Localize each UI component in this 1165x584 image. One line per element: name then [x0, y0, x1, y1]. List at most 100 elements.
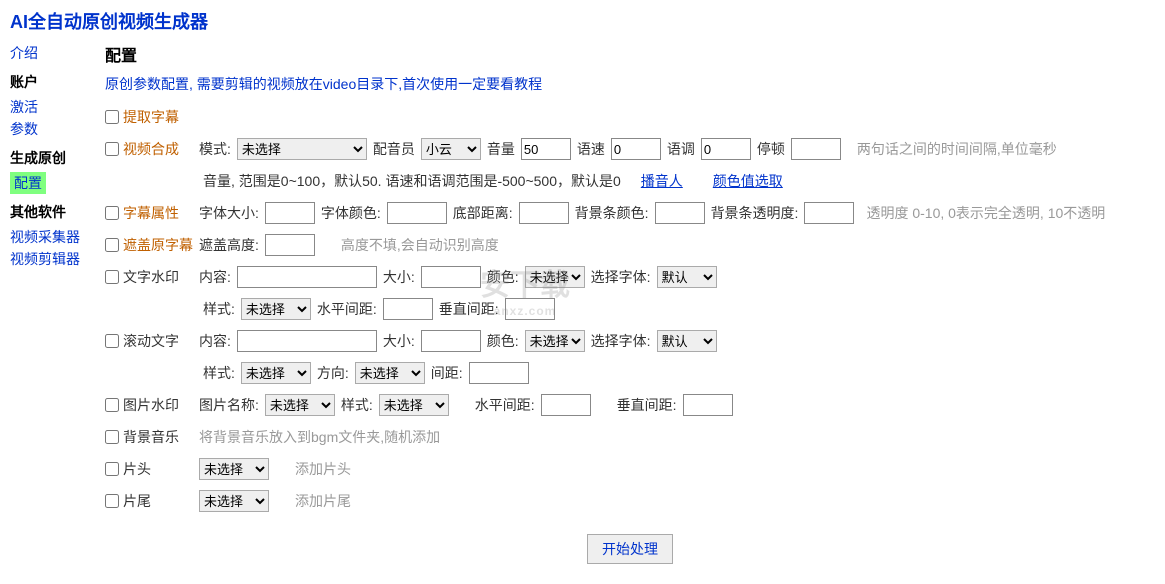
pause-label: 停顿 [757, 139, 785, 159]
rate-input[interactable] [611, 138, 661, 160]
pause-hint: 两句话之间的时间间隔,单位毫秒 [857, 139, 1057, 159]
page-subtitle: 原创参数配置, 需要剪辑的视频放在video目录下,首次使用一定要看教程 [105, 74, 1155, 94]
scroll-content-label: 内容: [199, 331, 231, 351]
submit-button[interactable]: 开始处理 [587, 534, 673, 564]
text-wm-font-label: 选择字体: [591, 267, 651, 287]
bg-alpha-input[interactable] [804, 202, 854, 224]
font-color-input[interactable] [387, 202, 447, 224]
scroll-content-input[interactable] [237, 330, 377, 352]
ending-label: 片尾 [123, 491, 193, 511]
opening-select[interactable]: 未选择 [199, 458, 269, 480]
image-wm-label: 图片水印 [123, 395, 193, 415]
sidebar-item-collector[interactable]: 视频采集器 [10, 226, 85, 248]
alpha-hint: 透明度 0-10, 0表示完全透明, 10不透明 [866, 203, 1105, 223]
bg-color-input[interactable] [655, 202, 705, 224]
image-wm-style-label: 样式: [341, 395, 373, 415]
text-wm-size-input[interactable] [421, 266, 481, 288]
extract-subtitle-checkbox[interactable] [105, 110, 119, 124]
text-wm-content-label: 内容: [199, 267, 231, 287]
ending-select[interactable]: 未选择 [199, 490, 269, 512]
image-wm-style-select[interactable]: 未选择 [379, 394, 449, 416]
mode-select[interactable]: 未选择 [237, 138, 367, 160]
scroll-text-checkbox[interactable] [105, 334, 119, 348]
sidebar-item-intro[interactable]: 介绍 [10, 42, 85, 64]
color-picker-link[interactable]: 颜色值选取 [713, 171, 783, 191]
cover-hint: 高度不填,会自动识别高度 [341, 235, 499, 255]
cover-height-input[interactable] [265, 234, 315, 256]
scroll-size-input[interactable] [421, 330, 481, 352]
mode-label: 模式: [199, 139, 231, 159]
text-wm-vspace-label: 垂直间距: [439, 299, 499, 319]
font-size-label: 字体大小: [199, 203, 259, 223]
sidebar-heading-other: 其他软件 [10, 202, 85, 222]
image-wm-name-select[interactable]: 未选择 [265, 394, 335, 416]
scroll-font-select[interactable]: 默认 [657, 330, 717, 352]
ending-checkbox[interactable] [105, 494, 119, 508]
text-wm-hspace-label: 水平间距: [317, 299, 377, 319]
bottom-dist-label: 底部距离: [453, 203, 513, 223]
cover-sub-label: 遮盖原字幕 [123, 235, 193, 255]
synth-hint2: 音量, 范围是0~100，默认50. 语速和语调范围是-500~500，默认是0 [203, 171, 621, 191]
bgm-label: 背景音乐 [123, 427, 193, 447]
text-wm-font-select[interactable]: 默认 [657, 266, 717, 288]
bg-alpha-label: 背景条透明度: [711, 203, 799, 223]
pitch-input[interactable] [701, 138, 751, 160]
text-wm-vspace-input[interactable] [505, 298, 555, 320]
voicer-select[interactable]: 小云 [421, 138, 481, 160]
main-content: 配置 原创参数配置, 需要剪辑的视频放在video目录下,首次使用一定要看教程 … [95, 42, 1165, 584]
rate-label: 语速 [577, 139, 605, 159]
bgm-hint: 将背景音乐放入到bgm文件夹,随机添加 [199, 427, 440, 447]
sidebar-heading-generate: 生成原创 [10, 148, 85, 168]
scroll-color-select[interactable]: 未选择 [525, 330, 585, 352]
text-wm-label: 文字水印 [123, 267, 193, 287]
text-wm-hspace-input[interactable] [383, 298, 433, 320]
ending-hint: 添加片尾 [295, 491, 351, 511]
sidebar-heading-account: 账户 [10, 72, 85, 92]
image-wm-hspace-input[interactable] [541, 394, 591, 416]
text-wm-content-input[interactable] [237, 266, 377, 288]
volume-input[interactable] [521, 138, 571, 160]
bgm-checkbox[interactable] [105, 430, 119, 444]
cover-height-label: 遮盖高度: [199, 235, 259, 255]
text-wm-color-select[interactable]: 未选择 [525, 266, 585, 288]
scroll-font-label: 选择字体: [591, 331, 651, 351]
image-wm-vspace-label: 垂直间距: [617, 395, 677, 415]
bg-color-label: 背景条颜色: [575, 203, 649, 223]
subtitle-attr-checkbox[interactable] [105, 206, 119, 220]
extract-subtitle-label: 提取字幕 [123, 107, 179, 127]
app-title: AI全自动原创视频生成器 [0, 0, 1165, 42]
scroll-gap-label: 间距: [431, 363, 463, 383]
image-wm-hspace-label: 水平间距: [475, 395, 535, 415]
opening-hint: 添加片头 [295, 459, 351, 479]
cover-sub-checkbox[interactable] [105, 238, 119, 252]
scroll-dir-select[interactable]: 未选择 [355, 362, 425, 384]
sidebar-item-editor[interactable]: 视频剪辑器 [10, 248, 85, 270]
image-wm-vspace-input[interactable] [683, 394, 733, 416]
scroll-text-label: 滚动文字 [123, 331, 193, 351]
voicer-label: 配音员 [373, 139, 415, 159]
sidebar-item-config[interactable]: 配置 [10, 172, 46, 194]
video-synth-label: 视频合成 [123, 139, 193, 159]
scroll-style-select[interactable]: 未选择 [241, 362, 311, 384]
voicer-link[interactable]: 播音人 [641, 171, 683, 191]
video-synth-checkbox[interactable] [105, 142, 119, 156]
scroll-size-label: 大小: [383, 331, 415, 351]
scroll-gap-input[interactable] [469, 362, 529, 384]
sidebar-item-params[interactable]: 参数 [10, 118, 85, 140]
text-wm-color-label: 颜色: [487, 267, 519, 287]
text-wm-style-select[interactable]: 未选择 [241, 298, 311, 320]
volume-label: 音量 [487, 139, 515, 159]
scroll-dir-label: 方向: [317, 363, 349, 383]
opening-checkbox[interactable] [105, 462, 119, 476]
page-title: 配置 [105, 42, 1155, 66]
scroll-color-label: 颜色: [487, 331, 519, 351]
sidebar: 介绍 账户 激活 参数 生成原创 配置 其他软件 视频采集器 视频剪辑器 [0, 42, 95, 584]
text-wm-checkbox[interactable] [105, 270, 119, 284]
font-size-input[interactable] [265, 202, 315, 224]
pause-input[interactable] [791, 138, 841, 160]
image-wm-checkbox[interactable] [105, 398, 119, 412]
text-wm-size-label: 大小: [383, 267, 415, 287]
bottom-dist-input[interactable] [519, 202, 569, 224]
text-wm-style-label: 样式: [203, 299, 235, 319]
sidebar-item-activate[interactable]: 激活 [10, 96, 85, 118]
